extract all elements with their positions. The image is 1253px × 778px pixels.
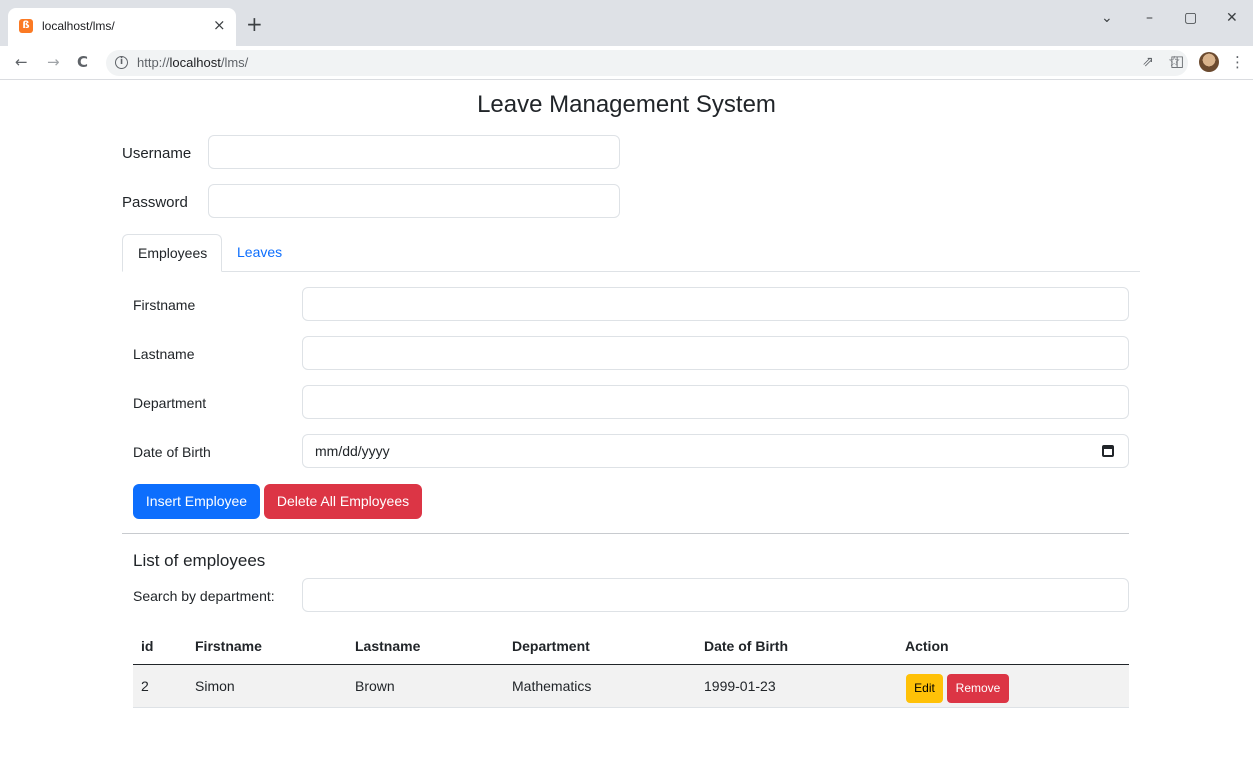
column-header-lastname: Lastname (355, 638, 421, 654)
browser-tab-title: localhost/lms/ (42, 19, 115, 33)
browser-tab[interactable]: ß localhost/lms/ × (8, 8, 236, 46)
section-divider (122, 533, 1129, 534)
browser-toolbar: ← → C i http://localhost/lms/ ⇗ ☆ ◫ ⋮ (0, 46, 1253, 80)
edit-button[interactable]: Edit (906, 674, 943, 703)
info-icon[interactable]: i (115, 56, 128, 69)
firstname-input[interactable] (302, 287, 1129, 321)
close-window-icon[interactable]: ✕ (1226, 10, 1238, 26)
department-label: Department (133, 395, 207, 411)
lastname-input[interactable] (302, 336, 1129, 370)
firstname-label: Firstname (133, 297, 196, 313)
reload-icon[interactable]: C (77, 53, 88, 71)
forward-icon[interactable]: → (47, 53, 60, 71)
username-label: Username (122, 145, 192, 162)
cell-firstname: Simon (195, 678, 235, 694)
delete-all-employees-button[interactable]: Delete All Employees (264, 484, 422, 519)
dob-label: Date of Birth (133, 444, 211, 460)
share-icon[interactable]: ⇗ (1142, 54, 1154, 70)
password-input[interactable] (208, 184, 620, 218)
password-label: Password (122, 194, 188, 211)
profile-avatar[interactable] (1199, 52, 1219, 72)
browser-menu-icon[interactable]: ⋮ (1230, 53, 1245, 71)
search-department-label: Search by department: (133, 588, 275, 604)
browser-tab-strip: ß localhost/lms/ × + ⌄ – ▢ ✕ (0, 0, 1253, 46)
tab-search-icon[interactable]: ⌄ (1101, 10, 1113, 26)
username-input[interactable] (208, 135, 620, 169)
dob-placeholder: mm/dd/yyyy (315, 443, 390, 459)
search-department-input[interactable] (302, 578, 1129, 612)
column-header-id: id (141, 638, 154, 654)
insert-employee-button[interactable]: Insert Employee (133, 484, 260, 519)
close-tab-icon[interactable]: × (213, 16, 226, 34)
page-title: Leave Management System (477, 91, 776, 118)
lastname-label: Lastname (133, 346, 195, 362)
new-tab-icon[interactable]: + (246, 14, 263, 34)
column-header-dob: Date of Birth (704, 638, 788, 654)
column-header-action: Action (905, 638, 949, 654)
cell-department: Mathematics (512, 678, 592, 694)
cell-lastname: Brown (355, 678, 395, 694)
side-panel-icon[interactable]: ◫ (1170, 52, 1184, 70)
employee-list-title: List of employees (133, 551, 266, 570)
minimize-icon[interactable]: – (1146, 10, 1153, 26)
department-input[interactable] (302, 385, 1129, 419)
url-text[interactable]: http://localhost/lms/ (137, 55, 248, 70)
address-bar[interactable]: i http://localhost/lms/ ⇗ ☆ (106, 50, 1188, 76)
cell-id: 2 (141, 678, 149, 694)
dob-date-input[interactable]: mm/dd/yyyy (302, 434, 1129, 468)
cell-dob: 1999-01-23 (704, 678, 776, 694)
tab-employees[interactable]: Employees (122, 234, 222, 272)
back-icon[interactable]: ← (15, 53, 28, 71)
remove-button[interactable]: Remove (947, 674, 1009, 703)
column-header-department: Department (512, 638, 590, 654)
tab-leaves[interactable]: Leaves (222, 234, 297, 272)
xampp-favicon-icon: ß (19, 19, 33, 33)
maximize-icon[interactable]: ▢ (1184, 10, 1197, 26)
calendar-icon[interactable] (1102, 445, 1114, 457)
column-header-firstname: Firstname (195, 638, 262, 654)
